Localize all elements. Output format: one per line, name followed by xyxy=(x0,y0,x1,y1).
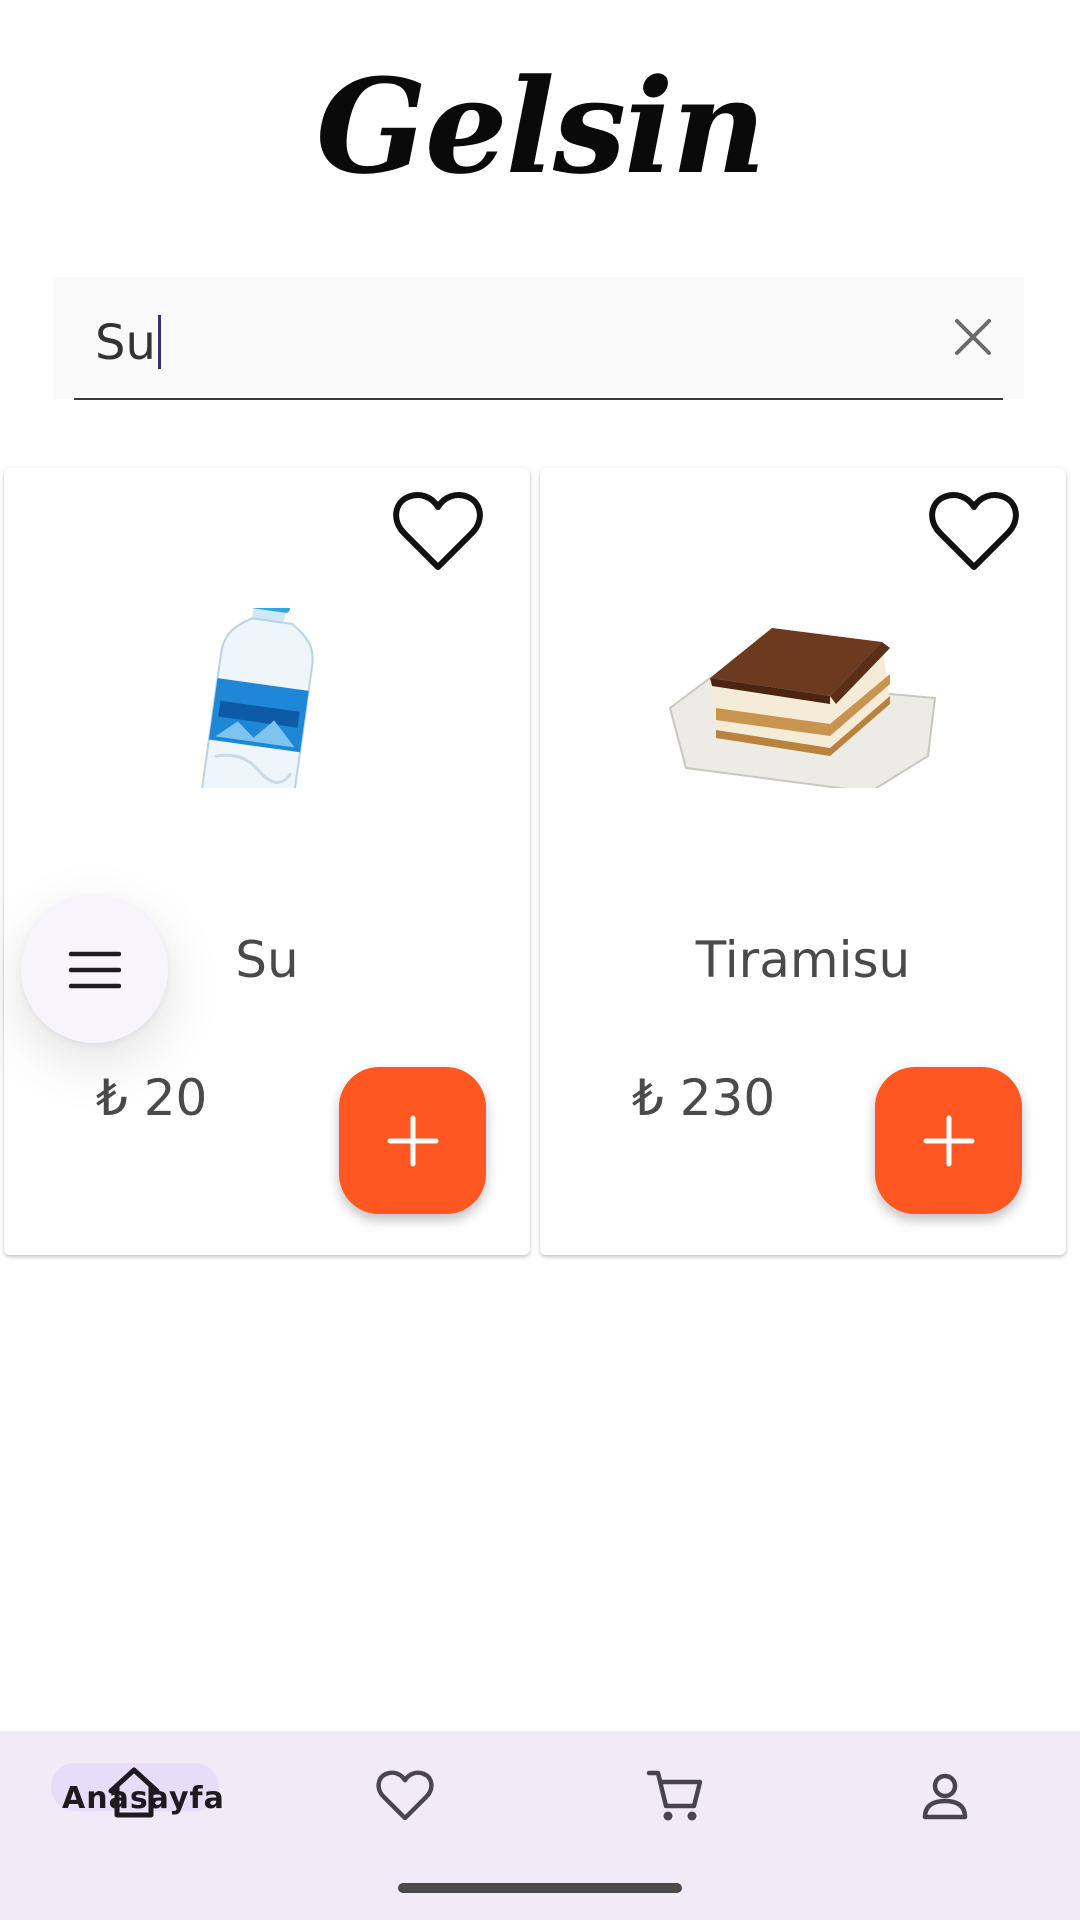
nav-home[interactable]: Anasayfa xyxy=(0,1731,270,1861)
heart-outline-icon xyxy=(393,492,483,570)
search-input-value: Su xyxy=(95,315,156,371)
person-icon xyxy=(922,1773,968,1820)
heart-outline-icon xyxy=(929,492,1019,570)
nav-cart[interactable] xyxy=(540,1731,810,1861)
search-underline xyxy=(74,398,1003,400)
product-price: ₺ 20 xyxy=(96,1069,208,1127)
nav-profile[interactable] xyxy=(810,1731,1080,1861)
favorite-button[interactable] xyxy=(926,488,1022,576)
clear-search-button[interactable] xyxy=(938,302,1008,372)
water-bottle-image xyxy=(201,608,314,788)
heart-outline-icon xyxy=(376,1770,434,1821)
nav-favorites[interactable] xyxy=(270,1731,540,1861)
product-card[interactable]: Su ₺ 20 xyxy=(4,468,530,1255)
gesture-bar xyxy=(398,1883,682,1893)
product-card[interactable]: Tiramisu ₺ 230 xyxy=(540,468,1066,1255)
hamburger-menu-icon xyxy=(68,951,121,988)
search-input[interactable]: Su xyxy=(95,315,161,371)
plus-icon xyxy=(923,1115,974,1166)
cart-icon xyxy=(646,1770,703,1821)
add-to-cart-button[interactable] xyxy=(339,1067,486,1214)
favorite-button[interactable] xyxy=(390,488,486,576)
product-price: ₺ 230 xyxy=(632,1069,776,1127)
add-to-cart-button[interactable] xyxy=(875,1067,1022,1214)
nav-home-label: Anasayfa xyxy=(62,1781,225,1816)
plus-icon xyxy=(387,1115,438,1166)
close-icon xyxy=(955,319,991,355)
text-cursor xyxy=(157,315,161,369)
tiramisu-image xyxy=(668,628,937,788)
menu-button[interactable] xyxy=(21,896,168,1043)
product-name: Tiramisu xyxy=(695,931,911,989)
search-field[interactable]: Su xyxy=(53,277,1024,399)
app-logo: Gelsin xyxy=(315,50,766,203)
